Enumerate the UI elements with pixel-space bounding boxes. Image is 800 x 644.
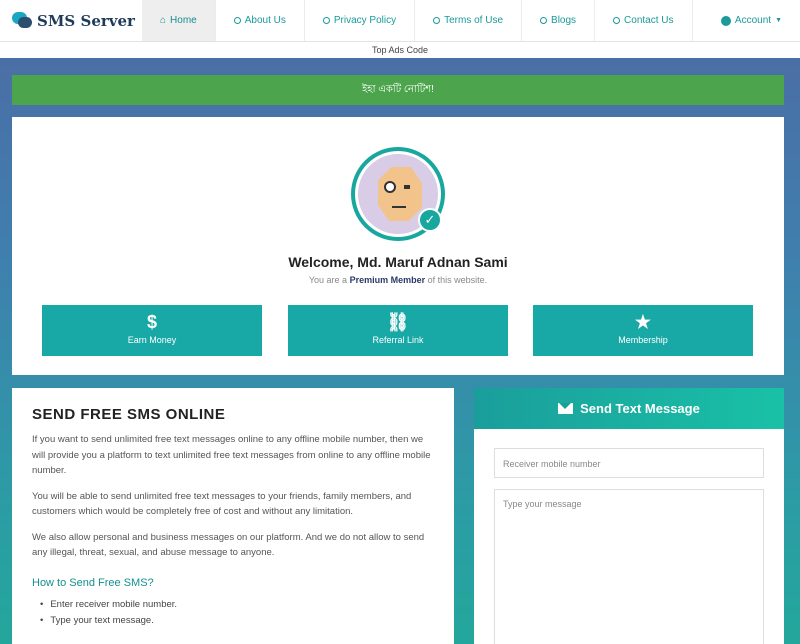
- referral-link-label: Referral Link: [372, 335, 424, 345]
- nav-blogs[interactable]: Blogs: [522, 0, 596, 41]
- brand-name: SMS Server: [37, 11, 135, 30]
- nav-terms-of-use[interactable]: Terms of Use: [415, 0, 523, 41]
- mouth-icon: [392, 206, 406, 208]
- nav-about-us[interactable]: About Us: [216, 0, 305, 41]
- member-type: Premium Member: [349, 275, 426, 285]
- referral-link-button[interactable]: ⛓ Referral Link: [288, 305, 508, 356]
- account-label: Account: [734, 15, 772, 26]
- verified-check-icon: ✓: [418, 208, 442, 232]
- membership-status: You are a Premium Member of this website…: [12, 275, 784, 285]
- list-item: Type your text message.: [40, 613, 434, 629]
- user-circle-icon: [720, 15, 731, 26]
- member-suffix: of this website.: [427, 275, 488, 285]
- caret-down-icon: ▼: [775, 17, 782, 24]
- profile-card: ✓ Welcome, Md. Maruf Adnan Sami You are …: [12, 117, 784, 375]
- circle-icon: [433, 17, 441, 24]
- nav-privacy-label: Privacy Policy: [333, 15, 397, 26]
- info-paragraph: If you want to send unlimited free text …: [32, 434, 431, 476]
- chat-bubbles-icon: [12, 11, 34, 30]
- steps-list: Enter receiver mobile number. Type your …: [32, 597, 434, 629]
- membership-button[interactable]: ★ Membership: [533, 305, 753, 356]
- member-prefix: You are a: [308, 275, 348, 285]
- circle-icon: [233, 17, 241, 24]
- how-to-heading: How to Send Free SMS?: [32, 576, 154, 589]
- home-icon: ⌂: [160, 15, 167, 26]
- nav-blogs-label: Blogs: [551, 15, 577, 26]
- receiver-mobile-input[interactable]: Receiver mobile number: [494, 448, 764, 478]
- send-sms-header: Send Text Message: [474, 388, 784, 429]
- list-item: Enter receiver mobile number.: [40, 597, 434, 613]
- message-textarea[interactable]: Type your message: [494, 489, 764, 644]
- send-sms-title: Send Text Message: [580, 401, 700, 416]
- circle-icon: [540, 17, 548, 24]
- circle-icon: [613, 17, 621, 24]
- send-sms-card: Send Text Message Receiver mobile number…: [474, 388, 784, 644]
- brand-logo[interactable]: SMS Server: [0, 0, 142, 41]
- star-icon: ★: [634, 312, 652, 332]
- notice-banner: ইহা একটি নোটিশ!: [12, 75, 784, 105]
- top-navbar: SMS Server ⌂ Home About Us Privacy Polic…: [0, 0, 800, 42]
- nav-about-label: About Us: [244, 15, 286, 26]
- link-icon: ⛓: [386, 312, 410, 332]
- circle-icon: [322, 17, 330, 24]
- welcome-heading: Welcome, Md. Maruf Adnan Sami: [288, 254, 508, 270]
- account-dropdown[interactable]: Account ▼: [720, 0, 800, 41]
- avatar-face-icon: [378, 167, 422, 221]
- earn-money-label: Earn Money: [127, 335, 177, 345]
- info-paragraph: We also allow personal and business mess…: [32, 531, 425, 559]
- dollar-icon: $: [146, 312, 157, 332]
- nav-home-label: Home: [170, 15, 197, 26]
- nav-privacy-policy[interactable]: Privacy Policy: [305, 0, 416, 41]
- nav-terms-label: Terms of Use: [444, 15, 504, 26]
- nav-home[interactable]: ⌂ Home: [142, 0, 216, 41]
- membership-label: Membership: [618, 335, 668, 345]
- nav-contact-label: Contact Us: [624, 15, 674, 26]
- monocle-icon: [384, 181, 396, 193]
- eye-icon: [404, 185, 410, 189]
- top-ads-banner: Top Ads Code: [0, 42, 800, 58]
- info-title: SEND FREE SMS ONLINE: [32, 406, 226, 423]
- nav-contact-us[interactable]: Contact Us: [595, 0, 693, 41]
- earn-money-button[interactable]: $ Earn Money: [42, 305, 262, 356]
- info-paragraph: You will be able to send unlimited free …: [32, 490, 412, 518]
- envelope-icon: [558, 403, 574, 414]
- info-card: SEND FREE SMS ONLINE If you want to send…: [12, 388, 454, 644]
